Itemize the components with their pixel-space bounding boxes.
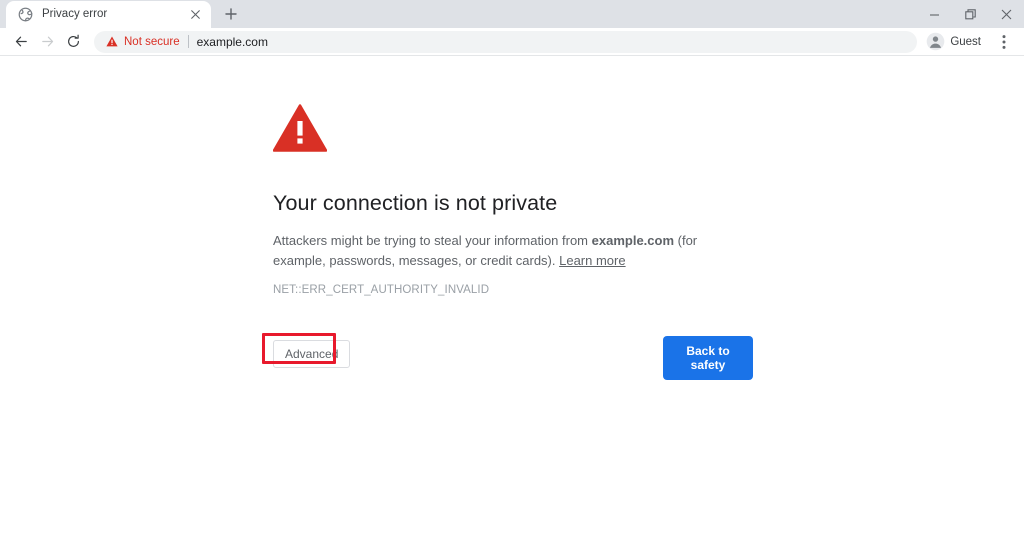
ssl-interstitial: Your connection is not private Attackers… <box>262 104 873 380</box>
url-text: example.com <box>196 34 268 49</box>
new-tab-button[interactable] <box>218 1 244 27</box>
page-viewport: Your connection is not private Attackers… <box>0 56 1024 543</box>
globe-icon <box>18 7 33 22</box>
reload-icon[interactable] <box>60 29 86 55</box>
profile-name: Guest <box>950 35 981 48</box>
profile-button-guest[interactable]: Guest <box>923 31 990 53</box>
warning-triangle-icon <box>272 104 328 152</box>
advanced-button[interactable]: Advanced <box>273 340 351 368</box>
not-secure-label: Not secure <box>124 35 180 48</box>
address-bar[interactable]: Not secure example.com <box>94 30 918 53</box>
close-window-icon[interactable] <box>988 0 1024 28</box>
back-arrow-icon[interactable] <box>8 29 34 55</box>
window-controls <box>916 0 1024 28</box>
minimize-icon[interactable] <box>916 0 952 28</box>
forward-arrow-icon[interactable] <box>34 29 60 55</box>
security-status[interactable]: Not secure <box>106 36 180 48</box>
back-to-safety-button[interactable]: Back to safety <box>663 336 753 380</box>
omnibox-divider <box>187 35 189 48</box>
browser-window: Privacy error Not secure example.com Gue… <box>0 0 1024 543</box>
browser-toolbar: Not secure example.com Guest <box>0 28 1024 56</box>
learn-more-link[interactable]: Learn more <box>559 253 625 268</box>
three-dot-menu-icon[interactable] <box>992 30 1016 54</box>
action-button-row: Advanced Back to safety <box>262 333 753 380</box>
tab-title: Privacy error <box>42 8 108 20</box>
warning-triangle-icon <box>106 36 118 47</box>
tab-privacy-error[interactable]: Privacy error <box>6 1 211 28</box>
page-title: Your connection is not private <box>273 191 558 215</box>
person-icon <box>926 32 945 51</box>
description-domain: example.com <box>591 233 675 248</box>
restore-icon[interactable] <box>952 0 988 28</box>
tab-strip: Privacy error <box>0 0 1024 28</box>
close-icon[interactable] <box>187 7 203 23</box>
error-code: NET::ERR_CERT_AUTHORITY_INVALID <box>273 284 490 296</box>
advanced-button-wrapper: Advanced <box>262 333 351 368</box>
page-description: Attackers might be trying to steal your … <box>273 231 725 270</box>
description-part-1: Attackers might be trying to steal your … <box>273 233 592 248</box>
